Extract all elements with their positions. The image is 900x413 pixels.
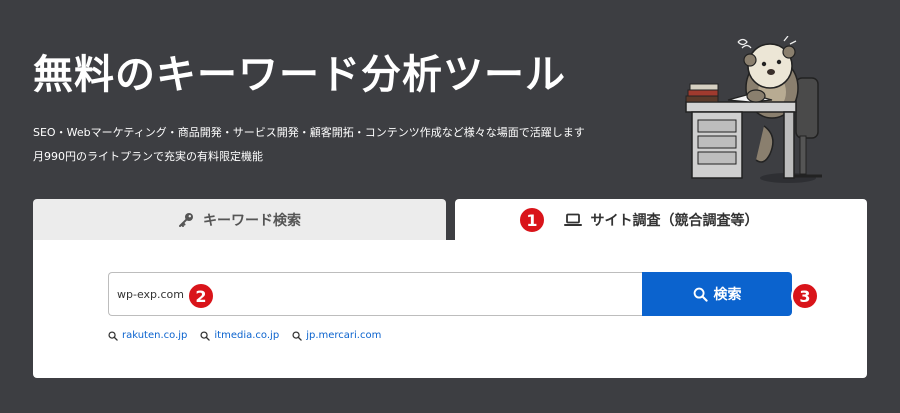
description-line: SEO・Webマーケティング・商品開発・サービス開発・顧客開拓・コンテンツ作成な…	[33, 126, 585, 139]
search-icon	[693, 287, 708, 302]
suggestion-link[interactable]: rakuten.co.jp	[108, 330, 187, 341]
search-icon	[292, 330, 302, 341]
tab-keyword-search[interactable]: キーワード検索	[33, 199, 446, 240]
laptop-icon	[563, 213, 582, 227]
suggestion-label: itmedia.co.jp	[214, 330, 280, 341]
suggestion-list: rakuten.co.jp itmedia.co.jp jp.mercari.c…	[108, 330, 381, 341]
tab-label: キーワード検索	[203, 212, 301, 229]
suggestion-link[interactable]: jp.mercari.com	[292, 330, 381, 341]
suggestion-link[interactable]: itmedia.co.jp	[200, 330, 279, 341]
search-icon	[108, 330, 118, 341]
annotation-badge-1: 1	[518, 206, 546, 234]
suggestion-label: jp.mercari.com	[306, 330, 382, 341]
annotation-badge-2: 2	[187, 282, 215, 310]
key-icon	[178, 212, 194, 228]
tab-site-research[interactable]: サイト調査（競合調査等）	[455, 199, 867, 240]
tab-label: サイト調査（競合調査等）	[590, 212, 759, 229]
hero-description: SEO・Webマーケティング・商品開発・サービス開発・顧客開拓・コンテンツ作成な…	[33, 121, 585, 169]
search-button-label: 検索	[713, 287, 742, 303]
search-icon	[200, 330, 211, 341]
page-title: 無料のキーワード分析ツール	[33, 52, 566, 98]
annotation-badge-3: 3	[791, 282, 819, 310]
search-button[interactable]: 検索	[642, 272, 792, 316]
sea-otter-illustration	[685, 36, 822, 183]
search-panel: 検索 rakuten.co.jp itmedia.co.jp	[33, 240, 867, 378]
suggestion-label: rakuten.co.jp	[122, 330, 188, 341]
description-line: 月990円のライトプランで充実の有料限定機能	[33, 150, 263, 163]
